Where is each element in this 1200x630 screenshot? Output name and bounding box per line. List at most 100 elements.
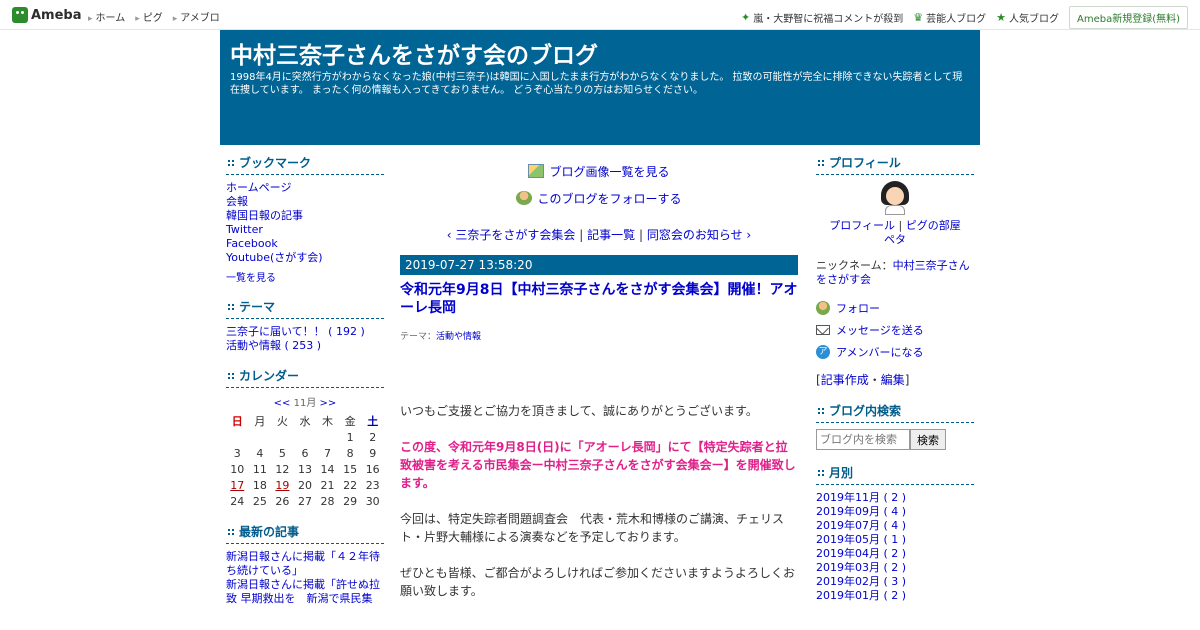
- calendar-day: 26: [275, 494, 290, 508]
- recent-entries-heading: 最新の記事: [226, 524, 384, 544]
- monthly-archive-block: 月別 2019年11月 ( 2 ) 2019年09月 ( 4 ) 2019年07…: [816, 465, 974, 603]
- entry-theme: テーマ：活動や情報: [400, 329, 798, 342]
- bookmark-item[interactable]: Youtube(さがす会): [226, 251, 323, 264]
- prev-entry-link[interactable]: ‹ 三奈子をさがす会集会: [447, 228, 576, 242]
- calendar-day: [294, 429, 317, 445]
- entry-date: 2019-07-27 13:58:20: [400, 255, 798, 275]
- pager-separator: |: [638, 228, 643, 242]
- avatar[interactable]: [878, 181, 912, 215]
- amember-button[interactable]: ア アメンバーになる: [816, 345, 974, 359]
- calendar-month: 11月: [293, 398, 317, 409]
- archive-month-item[interactable]: 2019年01月 ( 2 ): [816, 589, 906, 602]
- archive-month-item[interactable]: 2019年03月 ( 2 ): [816, 561, 906, 574]
- nav-home[interactable]: ホーム: [88, 9, 126, 24]
- ameba-logo[interactable]: Ameba: [12, 6, 82, 24]
- calendar-day: 23: [365, 478, 380, 492]
- calendar-block: カレンダー << 11月 >> 日月火水木金土 1 2 3 4 5 6 7 8 9 10 11 12 1…: [226, 368, 384, 509]
- pigg-room-link[interactable]: ピグの部屋: [906, 219, 961, 232]
- calendar-day: 7: [324, 446, 332, 460]
- calendar-day: 16: [365, 462, 380, 476]
- image-list-label: ブログ画像一覧を見る: [549, 164, 670, 179]
- entry-paragraph-highlight: この度、令和元年9月8日(日)に「アオーレ長岡」にて【特定失踪者と拉致被害を考え…: [400, 440, 796, 490]
- recent-entry-item[interactable]: 新潟日報さんに掲載「４２年待ち続けている」: [226, 550, 380, 577]
- celebrity-blog-link[interactable]: ♛ 芸能人ブログ: [913, 10, 986, 25]
- peta-link[interactable]: ペタ: [884, 233, 906, 246]
- archive-month-item[interactable]: 2019年04月 ( 2 ): [816, 547, 906, 560]
- entry-paragraph: ぜひとも皆様、ご都合がよろしければご参加くださいますようよろしくお願い致します。: [400, 566, 796, 598]
- pager-separator: |: [579, 228, 584, 242]
- entry-paragraph: いつもご支援とご協力を頂きまして、誠にありがとうございます。: [400, 404, 758, 418]
- calendar-next-link[interactable]: >>: [320, 398, 337, 409]
- calendar-day: 28: [320, 494, 335, 508]
- calendar-day: 8: [346, 446, 354, 460]
- archive-month-item[interactable]: 2019年02月 ( 3 ): [816, 575, 906, 588]
- follow-blog-label: このブログをフォローする: [537, 191, 682, 206]
- theme-item[interactable]: 三奈子に届いて！！ ( 192 ): [226, 325, 365, 338]
- bookmark-item[interactable]: 会報: [226, 195, 248, 208]
- popular-blog-label: 人気ブログ: [1008, 14, 1059, 25]
- right-sidebar: プロフィール プロフィール | ピグの部屋 ペタ ニックネーム：中村三奈子さんを…: [816, 155, 974, 618]
- sparkle-icon: ✦: [741, 11, 751, 24]
- recent-entry-item[interactable]: 新潟日報さんに掲載「許せぬ拉致 早期救出を 新潟で県民集: [226, 578, 380, 605]
- blog-title[interactable]: 中村三奈子さんをさがす会のブログ: [230, 42, 970, 70]
- edit-entry-link[interactable]: 編集: [881, 373, 905, 387]
- news-topic-link[interactable]: ✦ 嵐・大野智に祝福コメントが殺到: [741, 10, 903, 25]
- signup-button[interactable]: Ameba新規登録(無料): [1068, 6, 1188, 29]
- nav-pigg[interactable]: ピグ: [135, 9, 163, 24]
- calendar-day: 29: [343, 494, 358, 508]
- calendar-weekday: 日: [231, 415, 243, 428]
- profile-block: プロフィール プロフィール | ピグの部屋 ペタ ニックネーム：中村三奈子さんを…: [816, 155, 974, 388]
- calendar-day: 27: [297, 494, 312, 508]
- crown-icon: ♛: [913, 11, 924, 24]
- calendar-weekday: 月: [254, 415, 266, 428]
- entry-theme-link[interactable]: 活動や情報: [436, 332, 481, 342]
- recent-entries-block: 最新の記事 新潟日報さんに掲載「４２年待ち続けている」 新潟日報さんに掲載「許せ…: [226, 524, 384, 606]
- bookmark-item[interactable]: 韓国日報の記事: [226, 209, 303, 222]
- calendar-weekday: 水: [299, 415, 311, 428]
- archive-month-item[interactable]: 2019年07月 ( 4 ): [816, 519, 906, 532]
- calendar-day: 21: [320, 478, 335, 492]
- nickname: ニックネーム：中村三奈子さんをさがす会: [816, 259, 974, 287]
- blog-search-button[interactable]: 検索: [910, 429, 946, 450]
- nickname-label: ニックネーム：: [816, 259, 893, 272]
- profile-heading: プロフィール: [816, 155, 974, 175]
- calendar-day: 10: [230, 462, 245, 476]
- calendar-day: 18: [252, 478, 267, 492]
- follow-blog-link[interactable]: このブログをフォローする: [400, 190, 798, 206]
- bookmark-item[interactable]: Facebook: [226, 237, 278, 250]
- calendar-day-link[interactable]: 19: [271, 477, 294, 493]
- bookmark-item[interactable]: Twitter: [226, 223, 263, 236]
- follow-person-icon: [516, 191, 533, 205]
- archive-month-item[interactable]: 2019年11月 ( 2 ): [816, 491, 906, 504]
- monthly-archive-heading: 月別: [816, 465, 974, 485]
- calendar-day: 1: [346, 430, 354, 444]
- bookmark-item[interactable]: ホームページ: [226, 181, 291, 194]
- blog-search-heading: ブログ内検索: [816, 403, 974, 423]
- profile-link[interactable]: プロフィール: [829, 219, 895, 232]
- bookmarks-more-link[interactable]: 一覧を見る: [226, 269, 384, 284]
- main-content: ブログ画像一覧を見る このブログをフォローする ‹ 三奈子をさがす会集会 | 記…: [400, 155, 798, 600]
- calendar-prev-link[interactable]: <<: [274, 398, 291, 409]
- blog-search-input[interactable]: [816, 429, 910, 450]
- send-message-label: メッセージを送る: [836, 324, 924, 337]
- archive-month-item[interactable]: 2019年09月 ( 4 ): [816, 505, 906, 518]
- calendar-day-link[interactable]: 17: [226, 477, 249, 493]
- calendar-day: 25: [252, 494, 267, 508]
- amember-label: アメンバーになる: [836, 346, 924, 359]
- nav-ameblo[interactable]: アメブロ: [173, 9, 220, 24]
- entry-title[interactable]: 令和元年9月8日【中村三奈子さんをさがす会集会】開催！アオーレ長岡: [400, 281, 798, 317]
- theme-item[interactable]: 活動や情報 ( 253 ): [226, 339, 321, 352]
- ameba-topbar: Ameba ホーム ピグ アメブロ ✦ 嵐・大野智に祝福コメントが殺到 ♛ 芸能…: [0, 0, 1200, 30]
- calendar-heading: カレンダー: [226, 368, 384, 388]
- next-entry-link[interactable]: 同窓会のお知らせ ›: [647, 228, 751, 242]
- entry-list-link[interactable]: 記事一覧: [587, 228, 635, 242]
- image-list-link[interactable]: ブログ画像一覧を見る: [400, 163, 798, 179]
- create-entry-link[interactable]: 記事作成: [821, 373, 869, 387]
- popular-blog-link[interactable]: ★ 人気ブログ: [996, 10, 1059, 25]
- send-message-button[interactable]: メッセージを送る: [816, 323, 974, 337]
- prev-entry-label: 三奈子をさがす会集会: [455, 228, 576, 242]
- calendar-day: 4: [256, 446, 264, 460]
- follow-button[interactable]: フォロー: [816, 301, 974, 315]
- archive-month-item[interactable]: 2019年05月 ( 1 ): [816, 533, 906, 546]
- calendar-table: 日月火水木金土 1 2 3 4 5 6 7 8 9 10 11 12 13 14 15 16 17 18 19 20 2…: [226, 413, 384, 509]
